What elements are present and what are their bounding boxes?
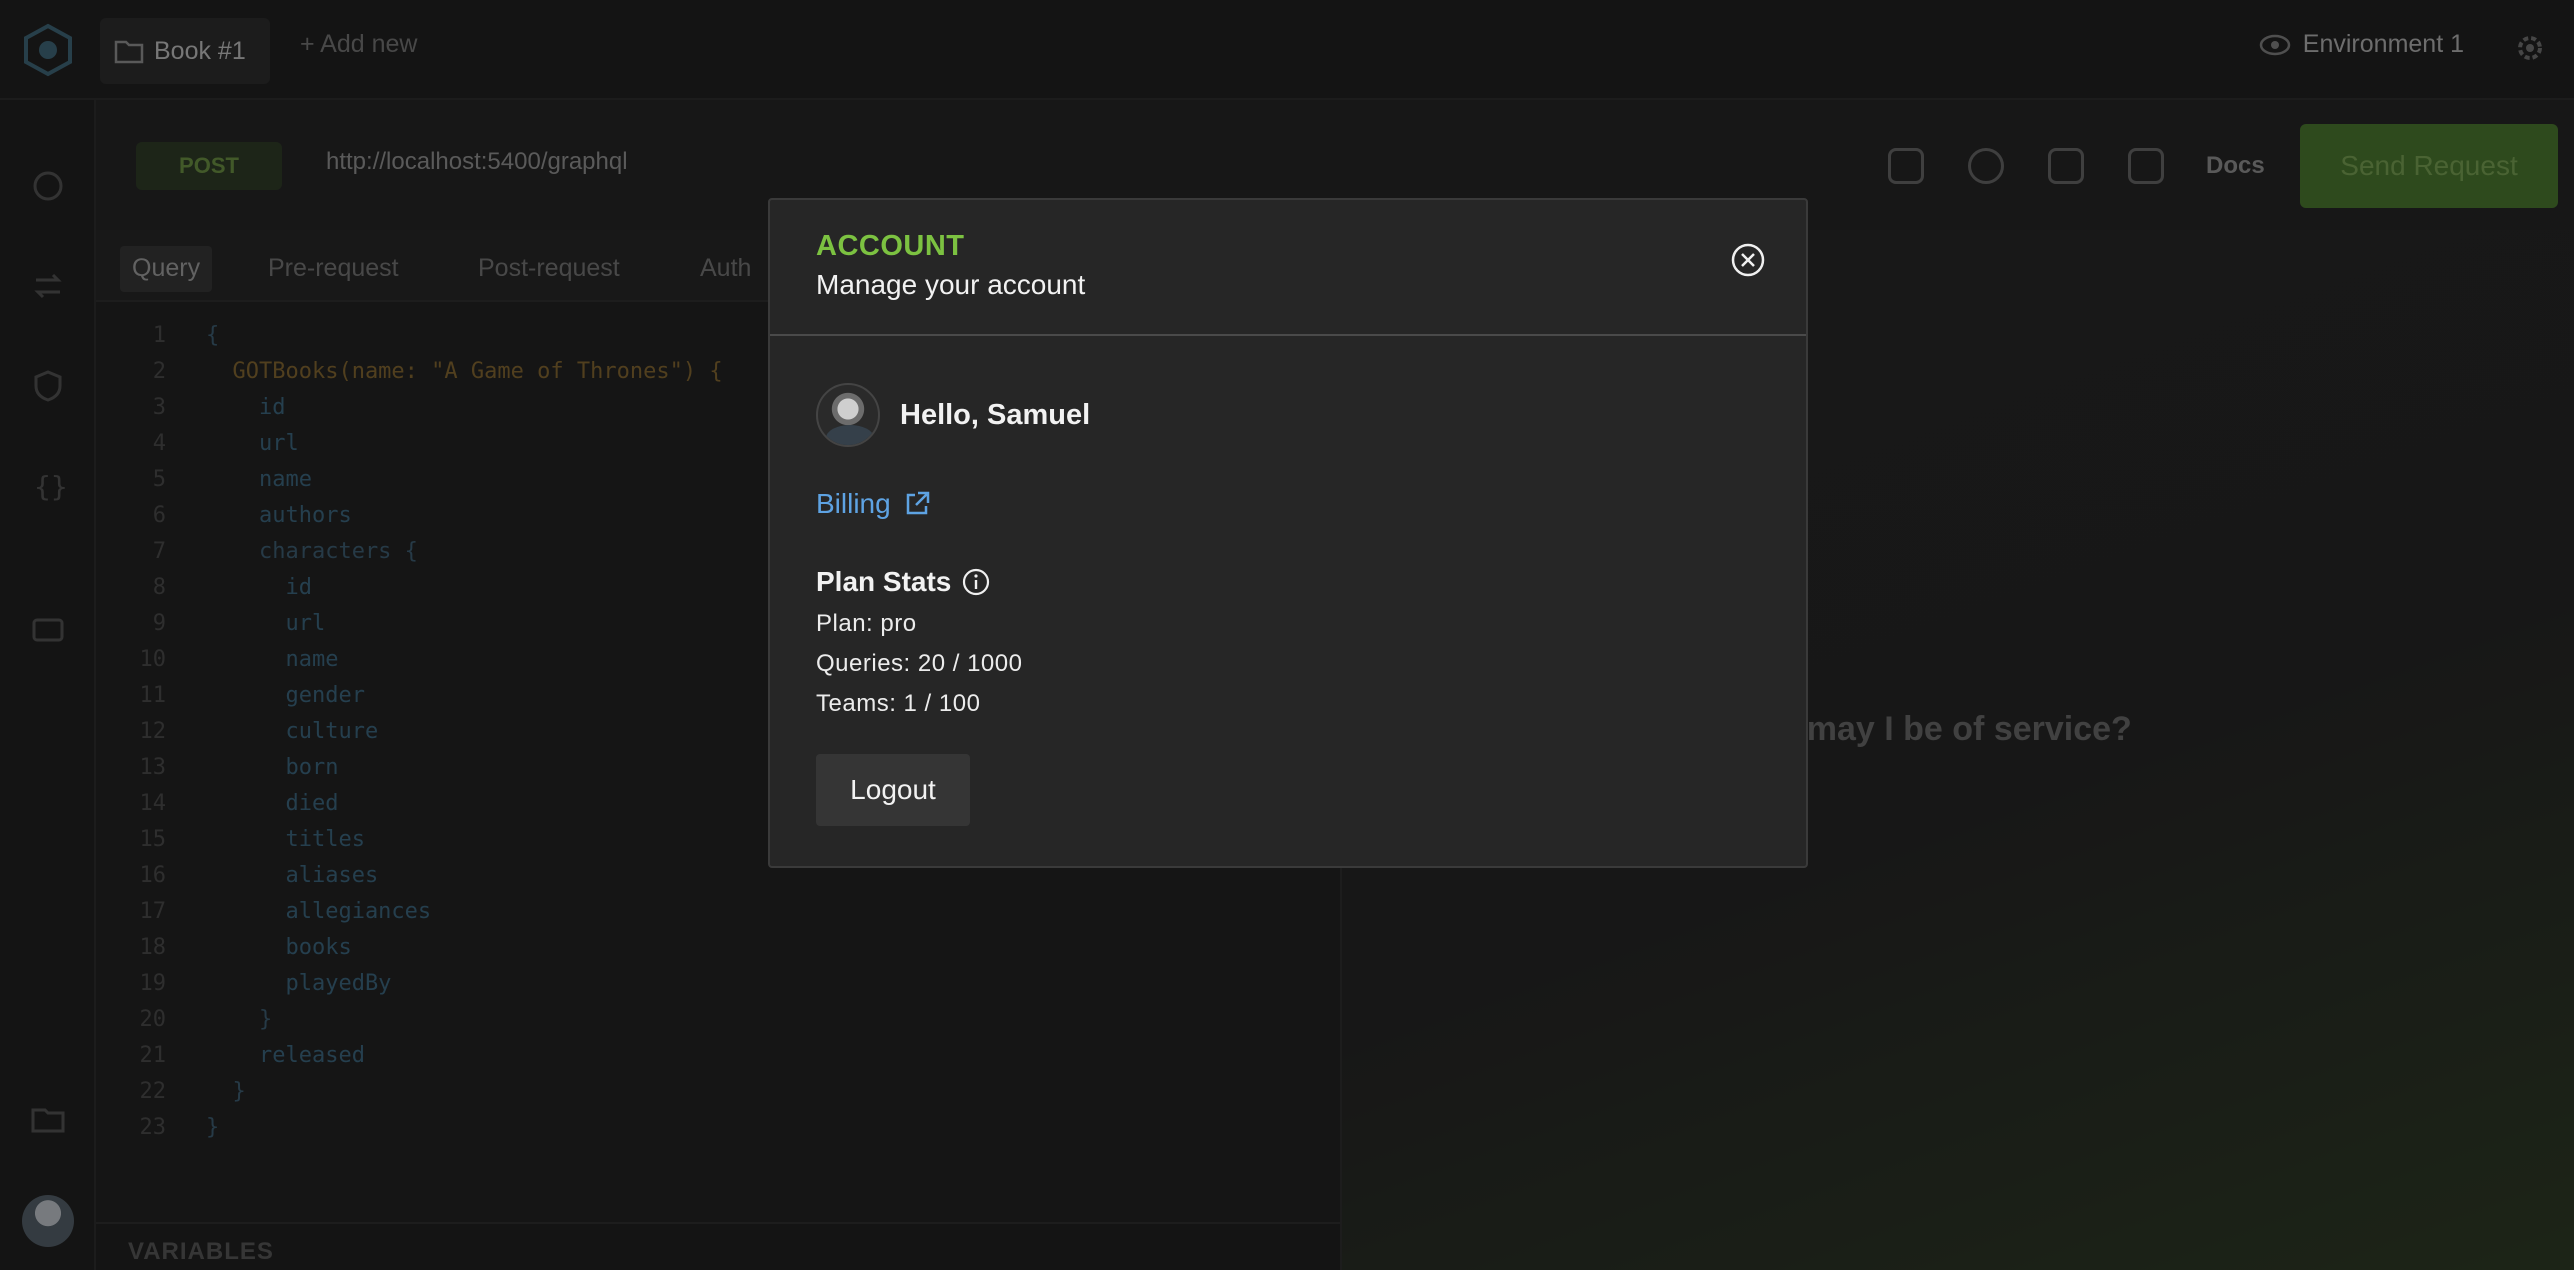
modal-header: ACCOUNT Manage your account: [770, 200, 1806, 336]
teams-value: Teams: 1 / 100: [816, 690, 981, 717]
logout-button[interactable]: Logout: [816, 754, 970, 826]
plan-stats-heading: Plan Stats: [816, 566, 1760, 598]
info-icon[interactable]: [961, 567, 991, 597]
app-window: Book #1 + Add new Environment 1 {} POST …: [0, 0, 2574, 1270]
plan-value: Plan: pro: [816, 610, 917, 637]
billing-label: Billing: [816, 488, 891, 519]
close-icon[interactable]: [1730, 242, 1766, 278]
user-greeting-row: Hello, Samuel: [816, 382, 1760, 448]
avatar: [816, 383, 880, 447]
account-modal: ACCOUNT Manage your account Hello, Samue…: [768, 198, 1808, 868]
external-link-icon: [906, 491, 929, 515]
modal-subtitle: Manage your account: [816, 269, 1086, 300]
modal-title: ACCOUNT: [816, 230, 965, 262]
billing-link[interactable]: Billing: [816, 488, 1760, 520]
queries-value: Queries: 20 / 1000: [816, 650, 1023, 677]
user-greeting: Hello, Samuel: [900, 398, 1091, 431]
modal-body: Hello, Samuel Billing Plan Stats Plan: p…: [770, 336, 1806, 872]
plan-stats-label: Plan Stats: [816, 566, 952, 597]
